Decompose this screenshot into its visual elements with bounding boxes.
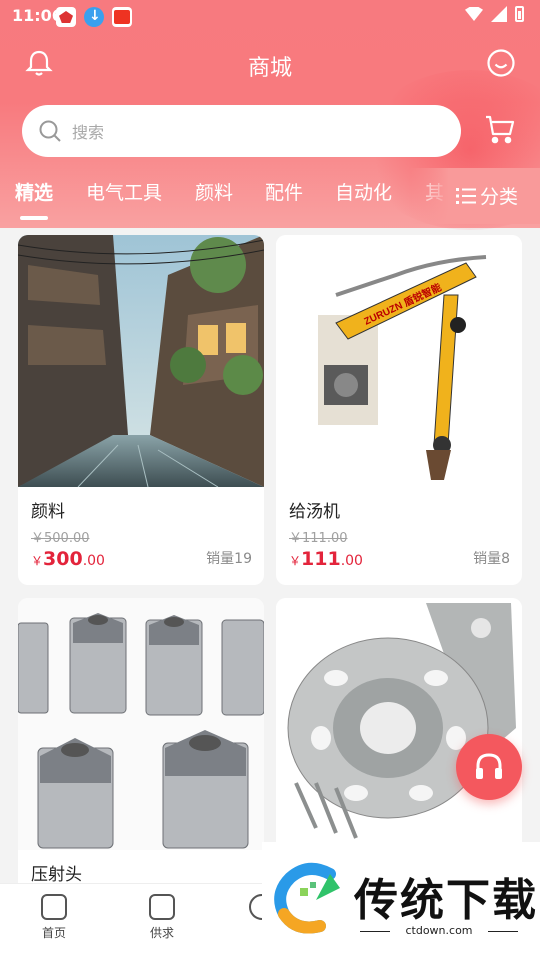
battery-icon xyxy=(515,6,524,22)
product-card[interactable]: 压射头 xyxy=(18,598,264,898)
signal-icon xyxy=(491,6,507,22)
sale-price: ￥111.00 xyxy=(289,548,363,570)
watermark-url: ctdown.com xyxy=(360,924,518,937)
sales-count: 销量19 xyxy=(206,551,252,567)
currency-symbol: ￥ xyxy=(289,554,302,568)
category-tabs: 精选 电气工具 颜料 配件 自动化 其 分类 xyxy=(0,168,540,224)
tab-automation[interactable]: 自动化 xyxy=(335,178,392,205)
sales-count: 销量8 xyxy=(473,551,510,567)
status-bar: 11:06 xyxy=(0,0,540,32)
watermark-logo xyxy=(274,862,340,934)
product-name: 压射头 xyxy=(31,865,82,885)
tab-accessories[interactable]: 配件 xyxy=(265,178,303,205)
home-icon xyxy=(41,894,67,920)
product-card[interactable]: 颜料 ￥500.00 ￥300.00 销量19 xyxy=(18,235,264,585)
product-image-ladle-robot: ZURUZN 盾锐智能 xyxy=(276,235,522,487)
nav-supply-demand[interactable]: 供求 xyxy=(132,894,192,941)
sale-price: ￥300.00 xyxy=(31,548,105,570)
original-price: ￥111.00 xyxy=(289,531,348,546)
mall-screen: 11:06 商城 搜索 精选 电气工具 颜料 xyxy=(0,0,540,960)
currency-symbol: ￥ xyxy=(31,554,44,568)
product-image-aluminum-housing xyxy=(276,598,522,850)
price-decimal: .00 xyxy=(340,553,363,569)
category-button-label: 分类 xyxy=(479,186,518,208)
notification-app-icon xyxy=(56,7,76,27)
watermark-title: 传统下载 xyxy=(354,875,538,926)
status-indicators xyxy=(465,6,524,22)
page-title: 商城 xyxy=(247,56,292,81)
product-image-nozzles xyxy=(18,598,264,850)
list-icon xyxy=(455,187,476,204)
active-tab-indicator xyxy=(20,216,48,220)
nav-home-label: 首页 xyxy=(41,926,66,940)
price-decimal: .00 xyxy=(82,553,105,569)
watermark: 传统下载 ctdown.com xyxy=(262,842,540,960)
price-integer: 300 xyxy=(43,548,83,570)
search-bar[interactable]: 搜索 xyxy=(22,105,461,157)
nav-home[interactable]: 首页 xyxy=(24,894,84,941)
category-button[interactable]: 分类 xyxy=(455,182,518,209)
product-name: 颜料 xyxy=(31,502,65,522)
tab-electric-tools[interactable]: 电气工具 xyxy=(86,178,162,205)
tab-featured[interactable]: 精选 xyxy=(15,178,53,205)
tab-pigments[interactable]: 颜料 xyxy=(195,178,233,205)
cart-icon[interactable] xyxy=(484,112,516,146)
search-icon xyxy=(39,120,61,142)
product-card[interactable]: ZURUZN 盾锐智能 给汤机 ￥111.00 ￥111.00 销量8 xyxy=(276,235,522,585)
nav-supply-demand-label: 供求 xyxy=(149,926,174,940)
top-bar: 商城 xyxy=(0,40,540,90)
download-notification-icon xyxy=(84,7,104,27)
headset-float-button[interactable] xyxy=(456,734,522,800)
wifi-icon xyxy=(465,7,483,21)
price-integer: 111 xyxy=(301,548,341,570)
product-image-street xyxy=(18,235,264,487)
search-placeholder: 搜索 xyxy=(72,123,105,142)
exchange-icon xyxy=(149,894,175,920)
notification-app-icon-2 xyxy=(112,7,132,27)
customer-service-icon[interactable] xyxy=(486,48,516,78)
headset-icon xyxy=(476,753,502,779)
product-name: 给汤机 xyxy=(289,502,340,522)
original-price: ￥500.00 xyxy=(31,531,90,546)
